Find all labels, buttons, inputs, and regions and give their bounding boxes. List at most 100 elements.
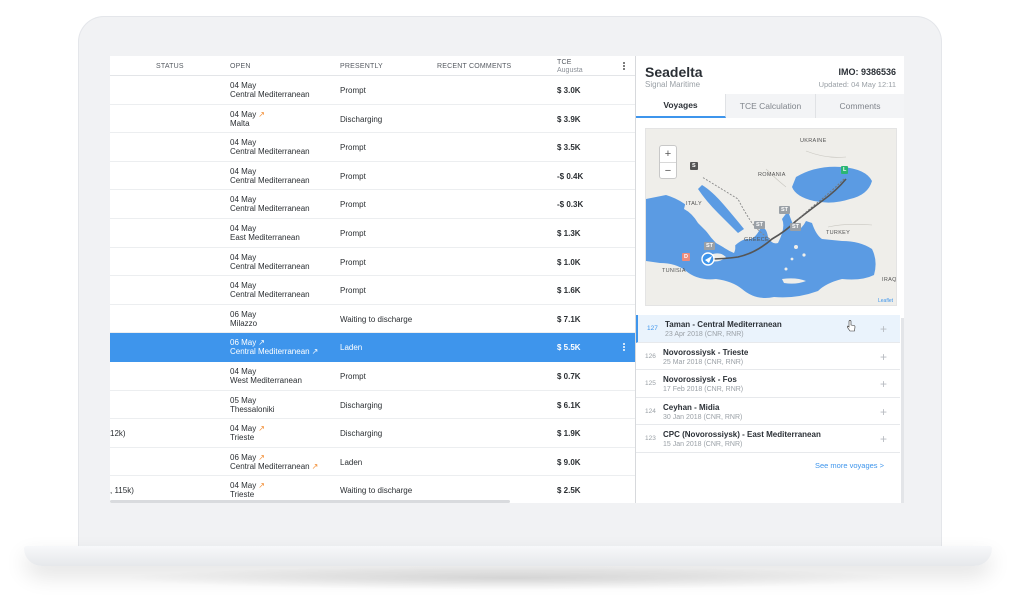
tab-voyages[interactable]: Voyages <box>636 94 726 118</box>
open-area: East Mediterranean <box>230 233 300 242</box>
zoom-in-button[interactable]: + <box>660 146 676 162</box>
tce-value: $ 3.9K <box>557 114 581 124</box>
voyage-route: Novorossiysk - Fos <box>663 375 737 385</box>
trend-up-icon: ↗ <box>258 109 265 119</box>
open-date: 04 May ↗ <box>230 109 265 119</box>
tce-value: -$ 0.4K <box>557 171 584 181</box>
open-date: 04 May <box>230 81 257 90</box>
tab-comments[interactable]: Comments <box>816 94 904 118</box>
see-more-voyages-link[interactable]: See more voyages > <box>815 461 884 470</box>
voyage-number: 123 <box>645 435 656 443</box>
table-row[interactable]: 04 May ↗ Malta Discharging $ 3.9K <box>110 105 635 134</box>
voyage-item[interactable]: 123 CPC (Novorossiysk) - East Mediterrane… <box>636 425 900 453</box>
zoom-out-button[interactable]: − <box>660 162 676 178</box>
table-row[interactable]: 04 May East Mediterranean Prompt $ 1.3K <box>110 219 635 248</box>
columns-menu-icon[interactable] <box>619 60 629 72</box>
column-tce[interactable]: TCE <box>557 59 572 66</box>
tce-value: $ 1.9K <box>557 429 581 439</box>
tce-value: $ 7.1K <box>557 314 581 324</box>
map-marker-stop[interactable]: ST <box>704 242 716 250</box>
expand-voyage-icon[interactable]: + <box>880 377 887 391</box>
open-date: 04 May ↗ <box>230 481 265 491</box>
tce-value: $ 2.5K <box>557 486 581 496</box>
table-row[interactable]: 04 May Central Mediterranean Prompt $ 3.0K <box>110 76 635 105</box>
table-row[interactable]: 04 May Central Mediterranean Prompt $ 1.6K <box>110 276 635 305</box>
trend-up-icon: ↗ <box>258 452 265 462</box>
tce-value: $ 6.1K <box>557 400 581 410</box>
voyage-item[interactable]: 124 Ceyhan - Midia 30 Jan 2018 (CNR, RNR) + <box>636 398 900 426</box>
open-area: Trieste <box>230 490 255 500</box>
voyage-route: CPC (Novorossiysk) - East Mediterranean <box>663 430 821 440</box>
table-row[interactable]: 04 May Central Mediterranean Prompt -$ 0.3K <box>110 190 635 219</box>
table-row[interactable]: 06 May Milazzo Waiting to discharge $ 7.1K <box>110 305 635 334</box>
trend-up-icon: ↗ <box>258 338 265 348</box>
voyage-number: 125 <box>645 380 656 388</box>
open-date: 04 May <box>230 224 257 233</box>
voyage-date: 25 Mar 2018 (CNR, RNR) <box>663 358 744 366</box>
open-date: 06 May ↗ <box>230 452 265 462</box>
presently-status: Prompt <box>340 229 366 238</box>
table-row[interactable]: 12k) 04 May ↗ Trieste Discharging $ 1.9K <box>110 419 635 448</box>
panel-scrollbar[interactable] <box>901 318 904 503</box>
row-menu-icon[interactable] <box>619 341 629 353</box>
table-row[interactable]: 04 May West Mediterranean Prompt $ 0.7K <box>110 362 635 391</box>
column-recent-comments[interactable]: RECENT COMMENTS <box>437 63 511 70</box>
open-area: Trieste <box>230 433 255 443</box>
detail-tabs: Voyages TCE Calculation Comments <box>636 94 904 118</box>
voyage-date: 30 Jan 2018 (CNR, RNR) <box>663 413 743 421</box>
column-tce-port: Augusta <box>557 67 583 74</box>
map-marker-stop[interactable]: ST <box>754 221 766 229</box>
expand-voyage-icon[interactable]: + <box>880 322 887 336</box>
row-cutoff-text: 12k) <box>110 429 126 439</box>
map-label-tunisia: TUNISIA <box>662 268 686 274</box>
presently-status: Prompt <box>340 143 366 153</box>
map-marker-load[interactable]: L <box>841 166 849 174</box>
voyage-map[interactable]: + − UKRAINE ROMANIA ITALY GREECE TURKEY … <box>645 128 897 306</box>
expand-voyage-icon[interactable]: + <box>880 405 887 419</box>
table-row[interactable]: 04 May Central Mediterranean Prompt $ 1.0K <box>110 248 635 277</box>
tab-tce-calculation[interactable]: TCE Calculation <box>726 94 816 118</box>
map-marker-discharge[interactable]: D <box>682 253 690 261</box>
trend-up-icon: ↗ <box>258 424 265 434</box>
table-row[interactable]: 05 May Thessaloniki Discharging $ 6.1K <box>110 391 635 420</box>
open-date: 04 May <box>230 367 257 376</box>
open-area: Central Mediterranean ↗ <box>230 347 319 357</box>
open-area: Central Mediterranean <box>230 204 310 214</box>
trend-up-icon: ↗ <box>311 347 319 357</box>
open-date: 06 May ↗ <box>230 338 265 348</box>
column-presently[interactable]: PRESENTLY <box>340 63 383 70</box>
map-label-ukraine: UKRAINE <box>800 138 827 144</box>
map-label-romania: ROMANIA <box>758 172 786 178</box>
tce-value: $ 1.3K <box>557 229 581 238</box>
table-row[interactable]: 06 May ↗ Central Mediterranean ↗ Laden $ 5.5K <box>110 333 635 362</box>
column-status[interactable]: STATUS <box>156 63 184 70</box>
open-area: Central Mediterranean <box>230 175 310 185</box>
tce-value: $ 1.0K <box>557 257 581 267</box>
open-date: 05 May <box>230 395 257 405</box>
expand-voyage-icon[interactable]: + <box>880 432 887 446</box>
voyage-item[interactable]: 125 Novorossiysk - Fos 17 Feb 2018 (CNR, R… <box>636 370 900 398</box>
voyage-item[interactable]: 126 Novorossiysk - Trieste 25 Mar 2018 (CN… <box>636 343 900 371</box>
map-marker-stop[interactable]: ST <box>779 206 791 214</box>
open-area: Malta <box>230 118 250 128</box>
horizontal-scrollbar[interactable] <box>110 500 510 503</box>
presently-status: Laden <box>340 343 363 353</box>
voyage-item[interactable]: 127 Taman - Central Mediterranean 23 Apr 2… <box>636 315 900 343</box>
open-date: 06 May <box>230 309 257 319</box>
table-row[interactable]: 06 May ↗ Central Mediterranean ↗ Laden $ 9.0K <box>110 448 635 477</box>
map-attribution-link[interactable]: Leaflet <box>878 298 893 304</box>
map-marker-start[interactable]: S <box>690 162 698 170</box>
expand-voyage-icon[interactable]: + <box>880 350 887 364</box>
open-area: Central Mediterranean <box>230 147 310 157</box>
map-label-turkey: TURKEY <box>826 230 851 236</box>
voyage-list: 127 Taman - Central Mediterranean 23 Apr 2… <box>636 315 900 453</box>
column-open[interactable]: OPEN <box>230 63 251 70</box>
table-row[interactable]: 04 May Central Mediterranean Prompt $ 3.5K <box>110 133 635 162</box>
table-row[interactable]: , 115k) 04 May ↗ Trieste Waiting to discharg… <box>110 476 635 503</box>
trend-up-icon: ↗ <box>311 461 319 471</box>
table-row[interactable]: 04 May Central Mediterranean Prompt -$ 0.4K <box>110 162 635 191</box>
map-marker-stop[interactable]: ST <box>790 223 802 231</box>
tce-value: $ 1.6K <box>557 286 581 296</box>
open-date: 04 May <box>230 281 257 291</box>
voyage-number: 124 <box>645 407 656 415</box>
